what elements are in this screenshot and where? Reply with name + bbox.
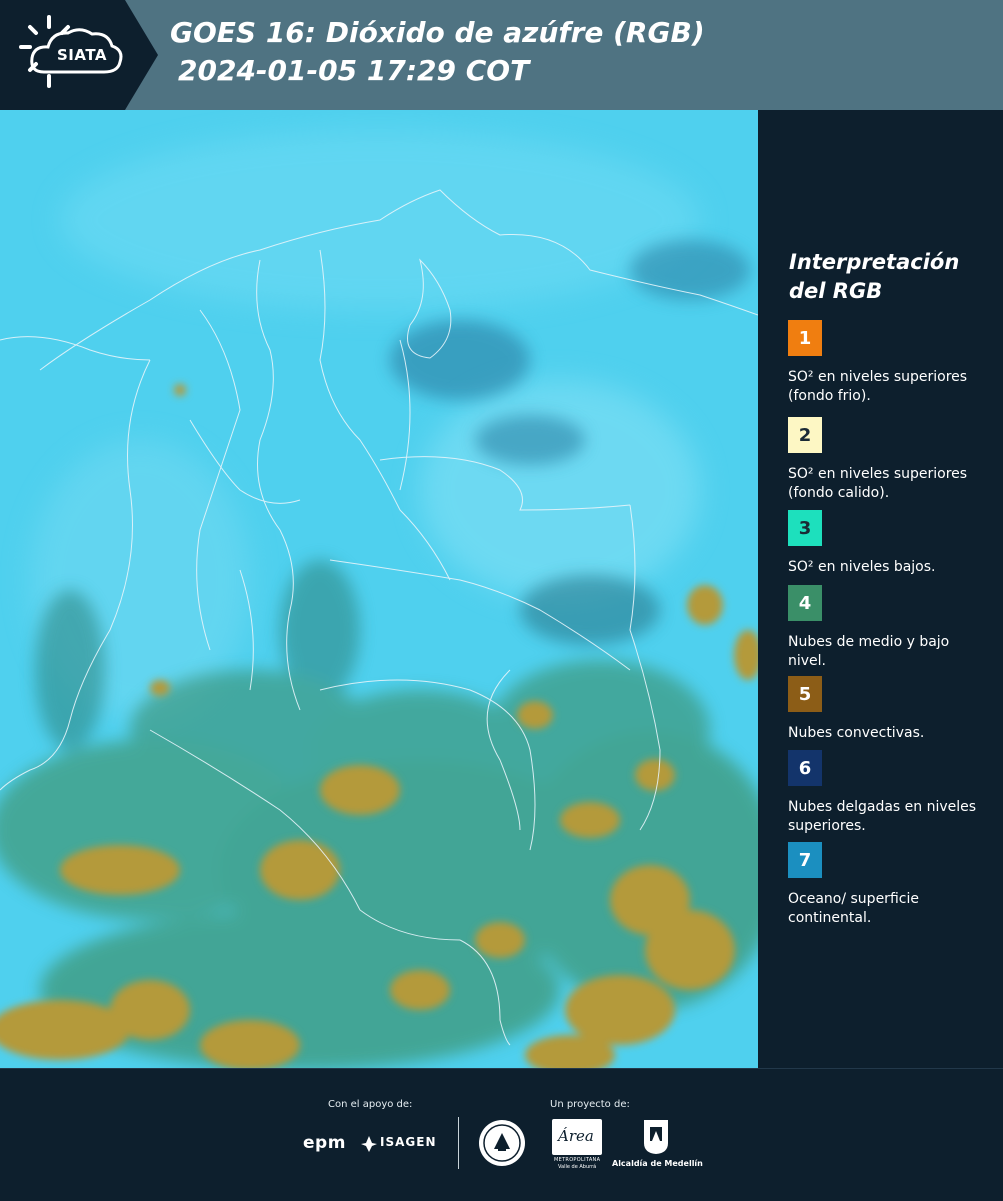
alcaldia-shield-icon: [644, 1120, 668, 1154]
footer-divider: [458, 1117, 459, 1169]
legend-title: Interpretación del RGB: [789, 248, 989, 306]
footer-bar: Con el apoyo de: Un proyecto de: epm ISA…: [0, 1068, 1003, 1201]
legend-label-4: Nubes de medio y bajo nivel.: [788, 634, 950, 669]
legend-swatch-2: 2: [788, 417, 822, 453]
legend-item-6: 6 Nubes delgadas en niveles superiores.: [788, 750, 978, 836]
medellin-seal-logo: [478, 1119, 526, 1167]
area-logo-sub-text-2: Valle de Aburrá: [558, 1164, 597, 1170]
siata-logo: SIATA: [0, 0, 158, 110]
legend-item-4: 4 Nubes de medio y bajo nivel.: [788, 585, 978, 671]
project-label: Un proyecto de:: [550, 1099, 630, 1110]
legend-label-1: SO² en niveles superiores (fondo frio).: [788, 369, 968, 404]
legend-swatch-5: 5: [788, 676, 822, 712]
legend-item-5: 5 Nubes convectivas.: [788, 676, 978, 743]
legend-label-2: SO² en niveles superiores (fondo calido)…: [788, 466, 968, 501]
legend-swatch-4: 4: [788, 585, 822, 621]
legend-label-7: Oceano/ superficie continental.: [788, 891, 919, 926]
isagen-logo: ISAGEN: [360, 1133, 442, 1155]
legend-item-1: 1 SO² en niveles superiores (fondo frio)…: [788, 320, 978, 406]
legend-item-3: 3 SO² en niveles bajos.: [788, 510, 978, 577]
legend-swatch-1: 1: [788, 320, 822, 356]
legend-panel: Interpretación del RGB 1 SO² en niveles …: [760, 110, 1003, 1068]
isagen-mark-icon: [361, 1136, 377, 1152]
siata-logo-text: SIATA: [56, 46, 107, 64]
alcaldia-logo-text: Alcaldía de Medellín: [612, 1159, 703, 1168]
area-logo-main-text: Área: [558, 1127, 594, 1145]
legend-label-3: SO² en niveles bajos.: [788, 559, 936, 575]
legend-item-2: 2 SO² en niveles superiores (fondo calid…: [788, 417, 978, 503]
isagen-logo-text: ISAGEN: [380, 1135, 437, 1149]
area-metropolitana-logo: Área METROPOLITANA Valle de Aburrá: [552, 1119, 602, 1171]
area-logo-sub-text-1: METROPOLITANA: [554, 1157, 601, 1163]
epm-logo: epm: [303, 1133, 346, 1153]
header-bar: SIATA GOES 16: Dióxido de azúfre (RGB) 2…: [0, 0, 1003, 110]
legend-swatch-3: 3: [788, 510, 822, 546]
page-timestamp: 2024-01-05 17:29 COT: [178, 54, 530, 87]
legend-label-5: Nubes convectivas.: [788, 725, 925, 741]
legend-title-line1: Interpretación: [789, 250, 960, 274]
support-label: Con el apoyo de:: [328, 1099, 413, 1110]
alcaldia-medellin-logo: Alcaldía de Medellín: [610, 1119, 710, 1171]
legend-swatch-7: 7: [788, 842, 822, 878]
legend-label-6: Nubes delgadas en niveles superiores.: [788, 799, 977, 834]
legend-swatch-6: 6: [788, 750, 822, 786]
legend-item-7: 7 Oceano/ superficie continental.: [788, 842, 978, 928]
page-title: GOES 16: Dióxido de azúfre (RGB): [170, 16, 705, 49]
satellite-map: [0, 110, 758, 1068]
legend-title-line2: del RGB: [789, 279, 883, 303]
